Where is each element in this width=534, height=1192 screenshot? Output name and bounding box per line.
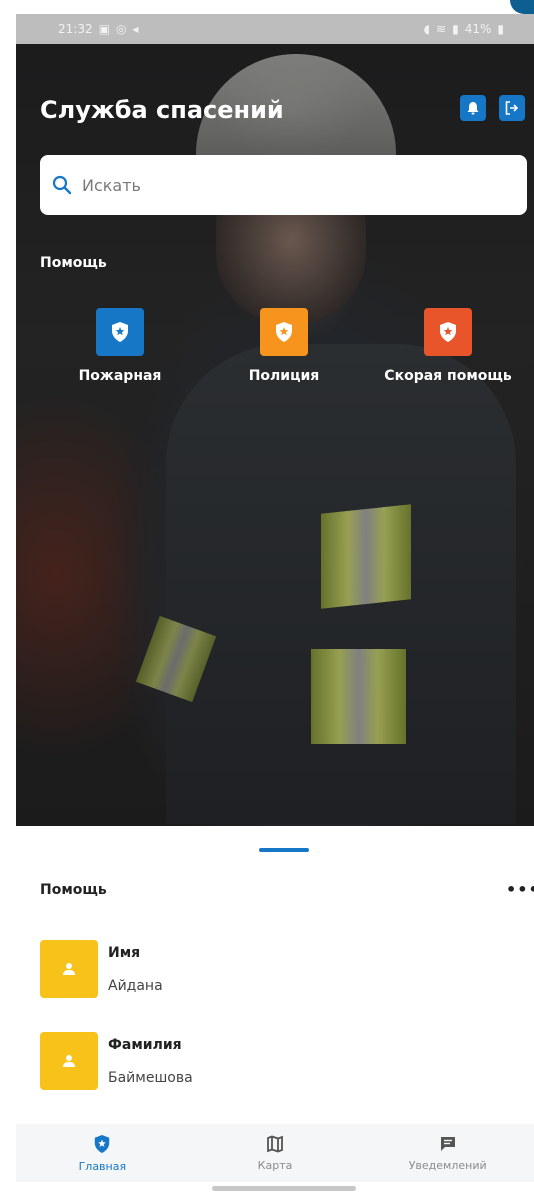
- list-item: Фамилия Баймешова: [40, 1032, 193, 1090]
- telegram-icon: ◂: [132, 22, 139, 36]
- signal-icon: ▮: [452, 22, 459, 36]
- sheet-title: Помощь: [40, 882, 107, 898]
- person-icon: [63, 1055, 75, 1067]
- service-police[interactable]: Полиция: [244, 308, 324, 384]
- service-tile[interactable]: [260, 308, 308, 356]
- service-label: Полиция: [248, 368, 320, 384]
- logout-icon: [505, 101, 519, 115]
- nav-label: Главная: [78, 1159, 127, 1173]
- search-bar[interactable]: [40, 155, 527, 215]
- search-input[interactable]: [82, 175, 482, 195]
- nav-item-home[interactable]: Главная: [16, 1124, 189, 1182]
- battery-icon: ▮: [497, 22, 504, 36]
- alarm-bell-icon: [467, 102, 479, 115]
- service-tile[interactable]: [424, 308, 472, 356]
- photo-reflective-stripe: [311, 649, 406, 744]
- message-icon: [440, 1136, 455, 1151]
- mute-icon: ◖: [423, 22, 431, 36]
- search-icon: [52, 175, 72, 195]
- person-icon: [63, 963, 75, 975]
- service-label: Скорая помощь: [384, 368, 512, 384]
- nav-item-map[interactable]: Карта: [189, 1124, 362, 1182]
- more-options-icon[interactable]: •••: [506, 880, 534, 899]
- field-value: Баймешова: [108, 1069, 193, 1086]
- avatar: [40, 1032, 98, 1090]
- field-key: Фамилия: [108, 1036, 182, 1053]
- service-fire[interactable]: Пожарная: [78, 308, 162, 384]
- status-time: 21:32: [58, 22, 93, 36]
- battery-level: 41%: [464, 22, 492, 36]
- gallery-icon: ▣: [98, 22, 110, 36]
- service-tile[interactable]: [96, 308, 144, 356]
- alarm-button[interactable]: [460, 95, 486, 121]
- sheet-drag-handle[interactable]: [259, 848, 309, 852]
- map-icon: [267, 1135, 283, 1152]
- help-section-label: Помощь: [40, 255, 107, 271]
- service-ambulance[interactable]: Скорая помощь: [384, 308, 512, 384]
- avatar: [40, 940, 98, 998]
- nav-label: Карта: [257, 1158, 293, 1172]
- service-label: Пожарная: [78, 368, 162, 384]
- page-title: Служба спасений: [40, 96, 284, 124]
- frame-corner: [510, 0, 534, 14]
- logout-button[interactable]: [499, 95, 525, 121]
- status-bar: 21:32 ▣ ◎ ◂ ◖ ≋ ▮ 41% ▮: [16, 14, 534, 44]
- shield-star-icon: [112, 322, 128, 342]
- shield-star-icon: [95, 1134, 110, 1153]
- list-item: Имя Айдана: [40, 940, 163, 998]
- instagram-icon: ◎: [115, 22, 127, 36]
- nav-label: Уведемлений: [408, 1158, 487, 1172]
- hero-background-image: [16, 14, 534, 826]
- field-value: Айдана: [108, 977, 163, 994]
- field-key: Имя: [108, 944, 141, 961]
- wifi-icon: ≋: [436, 22, 447, 36]
- photo-reflective-stripe: [321, 504, 411, 609]
- bottom-navigation: Главная Карта Уведемлений: [16, 1124, 534, 1182]
- shield-star-icon: [276, 322, 292, 342]
- nav-item-notifications[interactable]: Уведемлений: [361, 1124, 534, 1182]
- home-indicator[interactable]: [212, 1186, 356, 1191]
- shield-star-icon: [440, 322, 456, 342]
